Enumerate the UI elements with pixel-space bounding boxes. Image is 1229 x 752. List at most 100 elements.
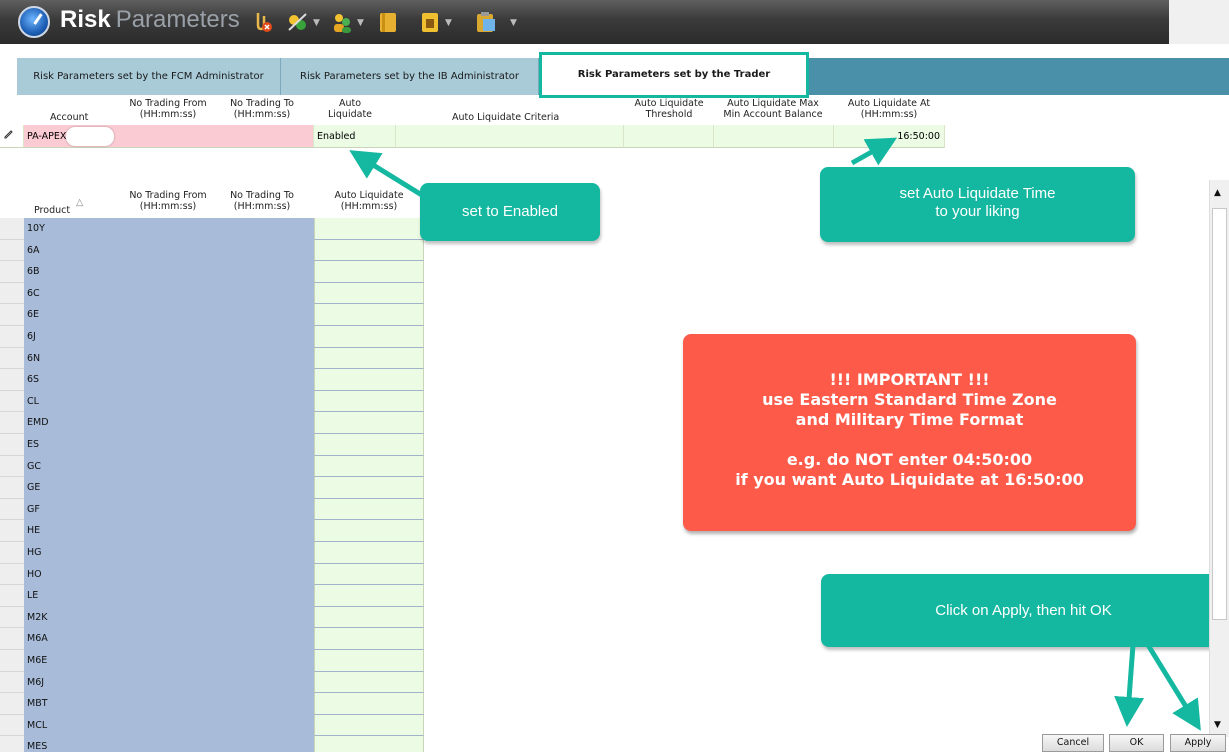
product-auto-liquidate-cell[interactable] [314,390,424,413]
row-gutter[interactable] [0,520,24,542]
product-auto-liquidate-cell[interactable] [314,671,424,694]
product-auto-liquidate-cell[interactable] [314,434,424,456]
row-gutter[interactable] [0,390,24,413]
product-auto-liquidate-cell[interactable] [314,412,424,434]
row-gutter[interactable] [0,239,24,262]
row-gutter[interactable] [0,369,24,391]
header-max-min[interactable]: Auto Liquidate Max Min Account Balance [712,98,834,120]
criteria-cell[interactable] [396,125,624,148]
tab-ib-admin[interactable]: Risk Parameters set by the IB Administra… [281,58,539,95]
product-row[interactable]: EMD [0,412,424,434]
product-row[interactable]: ES [0,434,424,456]
product-auto-liquidate-cell[interactable] [314,736,424,752]
row-gutter[interactable] [0,326,24,348]
product-auto-liquidate-cell[interactable] [314,347,424,370]
header-criteria[interactable]: Auto Liquidate Criteria [452,112,559,123]
product-auto-liquidate-cell[interactable] [314,585,424,607]
row-gutter[interactable] [0,455,24,478]
row-gutter[interactable] [0,347,24,370]
row-gutter[interactable] [0,563,24,586]
template-icon[interactable] [418,10,442,34]
product-row[interactable]: LE [0,585,424,607]
row-gutter[interactable] [0,671,24,694]
row-gutter[interactable] [0,477,24,499]
product-auto-liquidate-cell[interactable] [314,369,424,391]
product-row[interactable]: HG [0,542,424,564]
product-auto-liquidate-cell[interactable] [314,498,424,521]
product-auto-liquidate-cell[interactable] [314,261,424,283]
row-gutter[interactable] [0,412,24,434]
row-gutter[interactable] [0,434,24,456]
people-dropdown-icon[interactable]: ▼ [357,18,364,28]
row-gutter[interactable] [0,542,24,564]
product-auto-liquidate-cell[interactable] [314,693,424,715]
product-row[interactable]: CL [0,390,424,413]
scroll-down-icon[interactable]: ▼ [1214,720,1221,730]
header-product-auto-liquidate[interactable]: Auto Liquidate (HH:mm:ss) [314,190,424,212]
product-row[interactable]: M6A [0,628,424,650]
row-gutter[interactable] [0,693,24,715]
product-auto-liquidate-cell[interactable] [314,239,424,262]
row-gutter[interactable] [0,282,24,305]
notebook-icon[interactable] [376,10,400,34]
template-dropdown-icon[interactable]: ▼ [445,18,452,28]
product-row[interactable]: MBT [0,693,424,715]
vertical-scrollbar[interactable]: ▲ ▼ [1209,180,1229,737]
product-row[interactable]: MCL [0,714,424,737]
product-auto-liquidate-cell[interactable] [314,477,424,499]
product-row[interactable]: 6E [0,304,424,326]
header-no-trading-from[interactable]: No Trading From (HH:mm:ss) [118,98,218,120]
row-gutter[interactable] [0,736,24,752]
product-auto-liquidate-cell[interactable] [314,282,424,305]
tab-trader[interactable]: Risk Parameters set by the Trader [539,52,809,98]
row-gutter[interactable] [0,585,24,607]
row-gutter[interactable] [0,261,24,283]
product-auto-liquidate-cell[interactable] [314,563,424,586]
product-row[interactable]: M6J [0,671,424,694]
header-no-trading-to[interactable]: No Trading To (HH:mm:ss) [212,98,312,120]
cancel-button[interactable]: Cancel [1042,734,1104,752]
product-auto-liquidate-cell[interactable] [314,714,424,737]
row-gutter[interactable] [0,218,24,240]
product-auto-liquidate-cell[interactable] [314,606,424,629]
product-auto-liquidate-cell[interactable] [314,326,424,348]
product-row[interactable]: M6E [0,650,424,672]
row-gutter[interactable] [0,304,24,326]
wand-icon[interactable] [286,10,310,34]
row-gutter[interactable] [0,628,24,650]
product-auto-liquidate-cell[interactable] [314,542,424,564]
people-icon[interactable] [330,10,354,34]
liquidate-at-cell[interactable]: 16:50:00 [834,125,945,148]
product-row[interactable]: GC [0,455,424,478]
product-row[interactable]: 6C [0,282,424,305]
product-row[interactable]: M2K [0,606,424,629]
product-auto-liquidate-cell[interactable] [314,520,424,542]
product-auto-liquidate-cell[interactable] [314,218,424,240]
product-auto-liquidate-cell[interactable] [314,304,424,326]
header-product-no-trading-from[interactable]: No Trading From (HH:mm:ss) [118,190,218,212]
product-row[interactable]: 6J [0,326,424,348]
scroll-up-icon[interactable]: ▲ [1214,188,1221,198]
tab-fcm-admin[interactable]: Risk Parameters set by the FCM Administr… [17,58,281,95]
row-gutter[interactable] [0,606,24,629]
scrollbar-thumb[interactable] [1212,208,1227,620]
header-auto-liquidate[interactable]: Auto Liquidate [305,98,395,120]
product-auto-liquidate-cell[interactable] [314,628,424,650]
clip-delete-icon[interactable] [250,10,274,34]
product-auto-liquidate-cell[interactable] [314,650,424,672]
ok-button[interactable]: OK [1109,734,1164,752]
clipboard-icon[interactable] [474,10,498,34]
product-row[interactable]: 6N [0,347,424,370]
row-gutter[interactable] [0,498,24,521]
row-edit-gutter[interactable] [0,125,24,148]
product-row[interactable]: GF [0,498,424,521]
header-product[interactable]: Product [34,205,70,216]
threshold-cell[interactable] [624,125,714,148]
product-row[interactable]: 6B [0,261,424,283]
header-liquidate-at[interactable]: Auto Liquidate At (HH:mm:ss) [836,98,942,120]
product-row[interactable]: 6A [0,239,424,262]
header-threshold[interactable]: Auto Liquidate Threshold [622,98,716,120]
header-product-no-trading-to[interactable]: No Trading To (HH:mm:ss) [212,190,312,212]
row-gutter[interactable] [0,650,24,672]
sort-icon[interactable]: △ [76,197,83,208]
